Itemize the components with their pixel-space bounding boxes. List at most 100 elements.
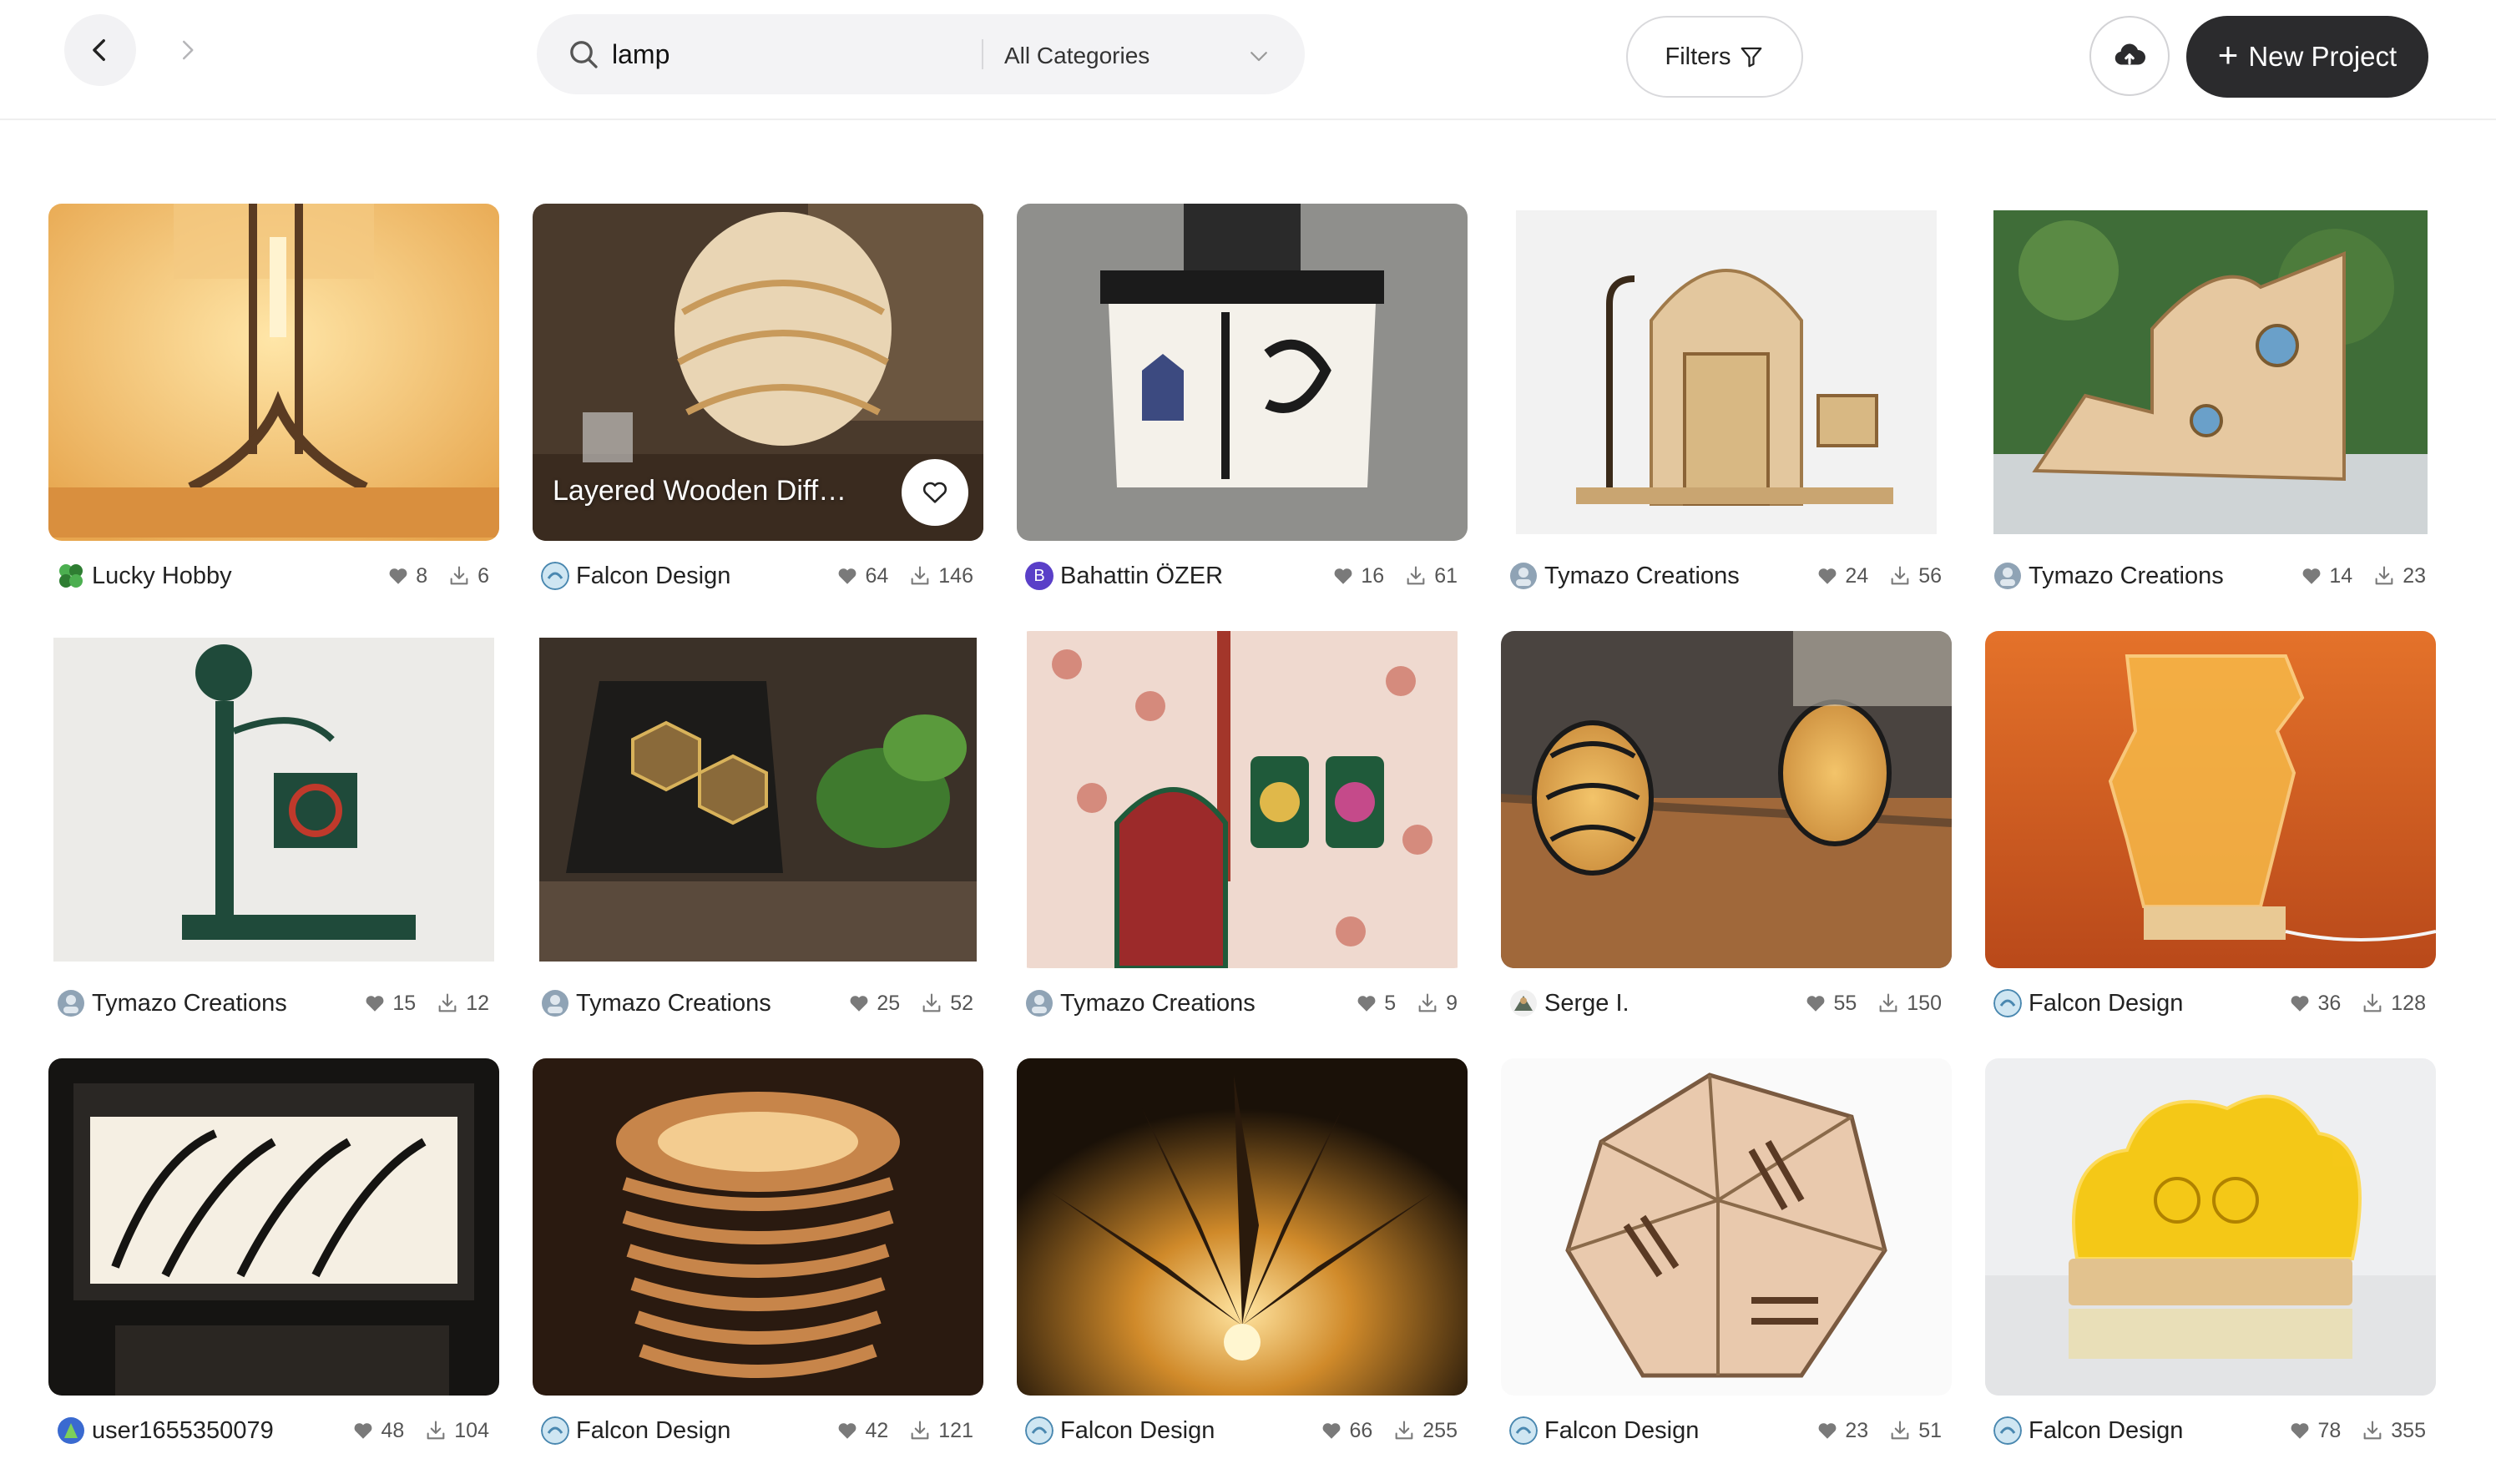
- download-icon: [1879, 993, 1897, 1012]
- author-name[interactable]: Falcon Design: [2029, 990, 2183, 1017]
- cloud-upload-icon: [2115, 43, 2145, 65]
- heart-icon: [839, 568, 856, 584]
- category-select[interactable]: All Categories: [1004, 39, 1271, 73]
- card-stats: 25 52: [848, 992, 973, 1016]
- project-thumbnail[interactable]: [1501, 204, 1952, 541]
- likes-stat: 24: [1816, 564, 1868, 588]
- avatar[interactable]: [1993, 1416, 2022, 1445]
- author-name[interactable]: Serge I.: [1544, 990, 1629, 1017]
- project-thumbnail[interactable]: [48, 631, 499, 968]
- likes-stat: 16: [1332, 564, 1384, 588]
- downloads-count: 56: [1918, 563, 1942, 588]
- avatar[interactable]: [1025, 1416, 1053, 1445]
- avatar[interactable]: [1509, 1416, 1538, 1445]
- card-footer: Falcon Design 36 128: [1985, 980, 2436, 1027]
- likes-stat: 78: [2289, 1419, 2341, 1443]
- author-name[interactable]: Falcon Design: [1060, 1417, 1215, 1445]
- project-thumbnail[interactable]: [1985, 1058, 2436, 1396]
- avatar[interactable]: [57, 562, 85, 590]
- project-thumbnail[interactable]: [1501, 1058, 1952, 1396]
- avatar[interactable]: [57, 1416, 85, 1445]
- back-button[interactable]: [64, 14, 136, 86]
- thumbnail-image: [1985, 1058, 2436, 1396]
- download-icon: [911, 566, 929, 585]
- likes-count: 14: [2329, 563, 2353, 588]
- author-name[interactable]: Falcon Design: [576, 563, 730, 590]
- downloads-stat: 150: [1877, 992, 1942, 1016]
- downloads-count: 9: [1446, 991, 1458, 1015]
- downloads-count: 150: [1907, 991, 1942, 1015]
- author-name[interactable]: Falcon Design: [2029, 1417, 2183, 1445]
- project-title-overlay[interactable]: Layered Wooden Diff…: [553, 475, 846, 507]
- project-thumbnail[interactable]: [1985, 631, 2436, 968]
- card-footer: Tymazo Creations 15 12: [48, 980, 499, 1027]
- author-name[interactable]: Tymazo Creations: [92, 990, 287, 1017]
- heart-icon: [839, 1423, 856, 1439]
- downloads-count: 146: [938, 563, 973, 588]
- search-divider: [982, 39, 983, 69]
- avatar[interactable]: [541, 562, 569, 590]
- project-thumbnail[interactable]: Layered Wooden Diff…: [533, 204, 983, 541]
- card-footer: Falcon Design 64 146: [533, 553, 983, 599]
- heart-icon: [1818, 1423, 1837, 1439]
- heart-icon: [1334, 568, 1352, 584]
- thumbnail-image: [1501, 1058, 1952, 1396]
- new-project-button[interactable]: + New Project: [2186, 16, 2428, 98]
- card-footer: Falcon Design 78 355: [1985, 1407, 2436, 1454]
- avatar[interactable]: [1993, 989, 2022, 1017]
- card-footer: B Bahattin ÖZER 16 61: [1017, 553, 1468, 599]
- likes-count: 55: [1833, 991, 1857, 1015]
- author-name[interactable]: Tymazo Creations: [576, 990, 771, 1017]
- author-name[interactable]: Bahattin ÖZER: [1060, 563, 1223, 590]
- filters-button[interactable]: Filters: [1626, 16, 1803, 98]
- search-input[interactable]: [612, 29, 963, 79]
- project-thumbnail[interactable]: [533, 631, 983, 968]
- downloads-count: 355: [2391, 1418, 2426, 1442]
- heart-icon: [1807, 996, 1825, 1012]
- download-icon: [2375, 566, 2393, 585]
- author-name[interactable]: Tymazo Creations: [1544, 563, 1740, 590]
- avatar[interactable]: [1509, 562, 1538, 590]
- download-icon: [450, 566, 468, 585]
- card-footer: Serge I. 55 150: [1501, 980, 1952, 1027]
- card-footer: Falcon Design 66 255: [1017, 1407, 1468, 1454]
- likes-stat: 48: [352, 1419, 404, 1443]
- download-icon: [2363, 1421, 2382, 1440]
- thumbnail-image: [48, 631, 499, 968]
- project-thumbnail[interactable]: [1501, 631, 1952, 968]
- forward-button[interactable]: [162, 14, 212, 86]
- author-name[interactable]: user1655350079: [92, 1417, 274, 1445]
- author-name[interactable]: Tymazo Creations: [2029, 563, 2224, 590]
- project-thumbnail[interactable]: [1985, 204, 2436, 541]
- project-thumbnail[interactable]: [533, 1058, 983, 1396]
- author-name[interactable]: Lucky Hobby: [92, 563, 232, 590]
- downloads-count: 51: [1918, 1418, 1942, 1442]
- avatar[interactable]: [541, 989, 569, 1017]
- project-thumbnail[interactable]: [48, 204, 499, 541]
- card-footer: Falcon Design 42 121: [533, 1407, 983, 1454]
- author-name[interactable]: Falcon Design: [576, 1417, 730, 1445]
- card-stats: 14 23: [2301, 564, 2426, 588]
- avatar[interactable]: [1025, 989, 1053, 1017]
- upload-button[interactable]: [2089, 16, 2170, 96]
- likes-count: 42: [865, 1418, 889, 1442]
- project-thumbnail[interactable]: [48, 1058, 499, 1396]
- project-thumbnail[interactable]: [1017, 1058, 1468, 1396]
- avatar[interactable]: [1509, 989, 1538, 1017]
- author-name[interactable]: Tymazo Creations: [1060, 990, 1256, 1017]
- downloads-count: 255: [1422, 1418, 1458, 1442]
- downloads-stat: 121: [908, 1419, 973, 1443]
- project-thumbnail[interactable]: [1017, 204, 1468, 541]
- author-name[interactable]: Falcon Design: [1544, 1417, 1699, 1445]
- avatar[interactable]: [57, 989, 85, 1017]
- avatar[interactable]: B: [1025, 562, 1053, 590]
- likes-count: 78: [2317, 1418, 2342, 1442]
- downloads-stat: 56: [1888, 564, 1942, 588]
- download-icon: [1418, 993, 1437, 1012]
- project-thumbnail[interactable]: [1017, 631, 1468, 968]
- thumbnail-image: [533, 631, 983, 968]
- favorite-button[interactable]: [902, 459, 968, 526]
- avatar[interactable]: [541, 1416, 569, 1445]
- avatar[interactable]: [1993, 562, 2022, 590]
- card-stats: 64 146: [836, 564, 973, 588]
